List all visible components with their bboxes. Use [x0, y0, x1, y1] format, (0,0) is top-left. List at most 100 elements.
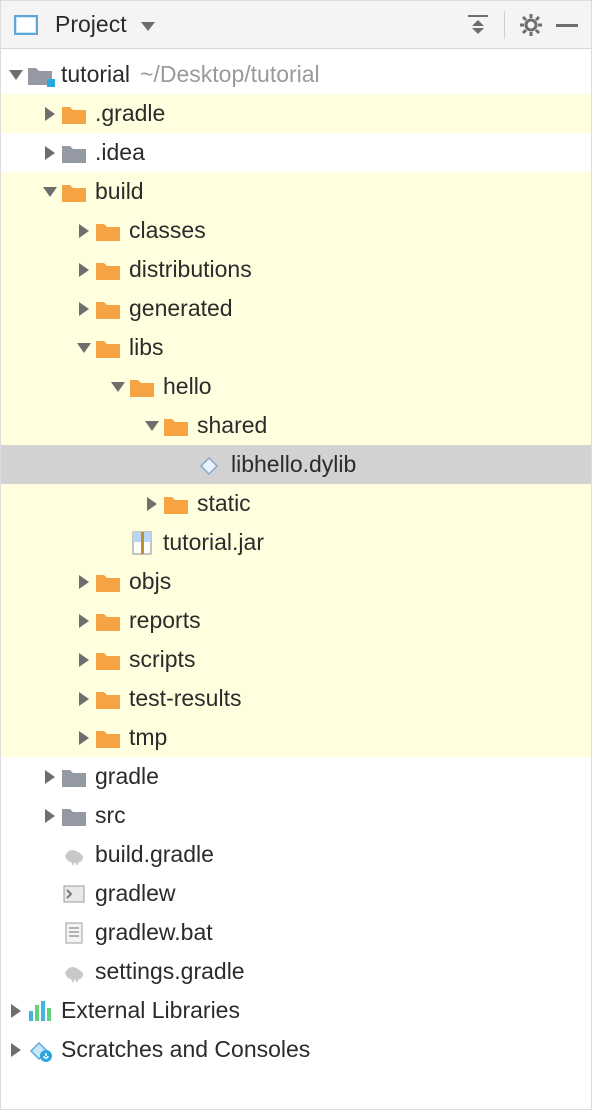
tree-node-libs[interactable]: libs: [1, 328, 591, 367]
tree-node-build[interactable]: build: [1, 172, 591, 211]
expand-icon[interactable]: [109, 382, 127, 392]
tree-node-test-results[interactable]: test-results: [1, 679, 591, 718]
view-selector-label: Project: [55, 11, 127, 38]
node-label: gradlew: [95, 880, 176, 907]
node-label: External Libraries: [61, 997, 240, 1024]
tree-node-gradle[interactable]: gradle: [1, 757, 591, 796]
module-icon: [11, 12, 41, 38]
expand-icon[interactable]: [7, 70, 25, 80]
node-label: test-results: [129, 685, 241, 712]
node-label: gradlew.bat: [95, 919, 213, 946]
expand-icon[interactable]: [75, 653, 93, 667]
folder-icon: [93, 336, 123, 360]
tree-node-distributions[interactable]: distributions: [1, 250, 591, 289]
expand-icon[interactable]: [41, 107, 59, 121]
node-label: .gradle: [95, 100, 165, 127]
gradle-icon: [59, 842, 89, 868]
node-label: distributions: [129, 256, 252, 283]
expand-icon[interactable]: [7, 1043, 25, 1057]
node-label: scripts: [129, 646, 195, 673]
node-label: libhello.dylib: [231, 451, 356, 478]
node-label: build: [95, 178, 144, 205]
folder-icon: [59, 804, 89, 828]
shell-icon: [59, 881, 89, 907]
expand-icon[interactable]: [143, 421, 161, 431]
node-label: tutorial.jar: [163, 529, 264, 556]
folder-icon: [93, 609, 123, 633]
tree-node-generated[interactable]: generated: [1, 289, 591, 328]
tree-node-gradlew[interactable]: gradlew: [1, 874, 591, 913]
module-icon: [25, 63, 55, 87]
folder-icon: [161, 492, 191, 516]
node-label: reports: [129, 607, 201, 634]
libraries-icon: [25, 999, 55, 1023]
node-label: tmp: [129, 724, 167, 751]
node-label: settings.gradle: [95, 958, 245, 985]
node-label: build.gradle: [95, 841, 214, 868]
tree-node-shared[interactable]: shared: [1, 406, 591, 445]
node-label: static: [197, 490, 251, 517]
tree-node-dot-gradle[interactable]: .gradle: [1, 94, 591, 133]
folder-icon: [59, 141, 89, 165]
folder-icon: [93, 687, 123, 711]
hide-button[interactable]: [553, 11, 581, 39]
node-label: shared: [197, 412, 267, 439]
project-toolbar: Project: [1, 1, 591, 49]
folder-icon: [93, 570, 123, 594]
tree-node-gradlew-bat[interactable]: gradlew.bat: [1, 913, 591, 952]
node-label: tutorial: [61, 61, 130, 88]
tree-node-objs[interactable]: objs: [1, 562, 591, 601]
project-tree[interactable]: tutorial ~/Desktop/tutorial .gradle .ide…: [1, 49, 591, 1109]
tree-node-idea[interactable]: .idea: [1, 133, 591, 172]
gradle-icon: [59, 959, 89, 985]
tree-node-libhello-dylib[interactable]: libhello.dylib: [1, 445, 591, 484]
folder-icon: [93, 726, 123, 750]
node-label: libs: [129, 334, 164, 361]
folder-icon: [93, 219, 123, 243]
node-label: objs: [129, 568, 171, 595]
expand-icon[interactable]: [75, 263, 93, 277]
node-label: gradle: [95, 763, 159, 790]
tree-node-reports[interactable]: reports: [1, 601, 591, 640]
expand-icon[interactable]: [75, 575, 93, 589]
expand-icon[interactable]: [41, 770, 59, 784]
text-file-icon: [59, 920, 89, 946]
tree-node-tutorial[interactable]: tutorial ~/Desktop/tutorial: [1, 55, 591, 94]
folder-icon: [59, 180, 89, 204]
folder-icon: [93, 258, 123, 282]
folder-icon: [93, 297, 123, 321]
expand-icon[interactable]: [41, 146, 59, 160]
tree-node-tmp[interactable]: tmp: [1, 718, 591, 757]
expand-icon[interactable]: [143, 497, 161, 511]
tree-node-static[interactable]: static: [1, 484, 591, 523]
node-label: generated: [129, 295, 233, 322]
expand-icon[interactable]: [75, 614, 93, 628]
expand-icon[interactable]: [75, 692, 93, 706]
folder-icon: [59, 102, 89, 126]
tree-node-tutorial-jar[interactable]: tutorial.jar: [1, 523, 591, 562]
expand-icon[interactable]: [75, 343, 93, 353]
tree-node-build-gradle[interactable]: build.gradle: [1, 835, 591, 874]
node-label: classes: [129, 217, 206, 244]
tree-node-external-libraries[interactable]: External Libraries: [1, 991, 591, 1030]
view-selector[interactable]: Project: [11, 11, 155, 38]
expand-icon[interactable]: [7, 1004, 25, 1018]
folder-icon: [59, 765, 89, 789]
expand-icon[interactable]: [75, 731, 93, 745]
tree-node-src[interactable]: src: [1, 796, 591, 835]
expand-icon[interactable]: [41, 187, 59, 197]
toolbar-divider: [504, 11, 505, 39]
collapse-all-button[interactable]: [464, 11, 492, 39]
expand-icon[interactable]: [75, 224, 93, 238]
tree-node-hello[interactable]: hello: [1, 367, 591, 406]
expand-icon[interactable]: [75, 302, 93, 316]
expand-icon[interactable]: [41, 809, 59, 823]
tree-node-classes[interactable]: classes: [1, 211, 591, 250]
settings-button[interactable]: [517, 11, 545, 39]
node-label: .idea: [95, 139, 145, 166]
dropdown-icon: [141, 11, 155, 38]
archive-icon: [127, 530, 157, 556]
tree-node-scripts[interactable]: scripts: [1, 640, 591, 679]
tree-node-settings-gradle[interactable]: settings.gradle: [1, 952, 591, 991]
tree-node-scratches[interactable]: Scratches and Consoles: [1, 1030, 591, 1069]
